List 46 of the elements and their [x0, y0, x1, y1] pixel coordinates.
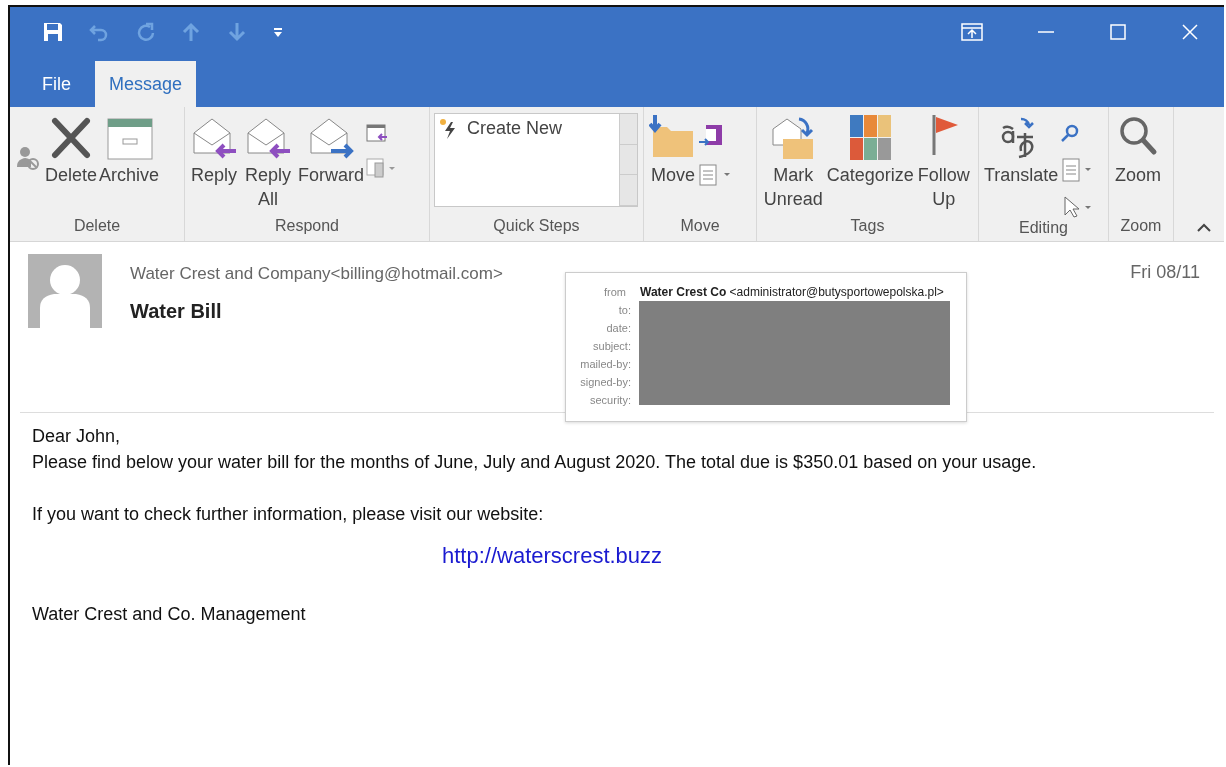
- group-label: Tags: [849, 217, 886, 236]
- group-label: Quick Steps: [492, 217, 581, 236]
- ribbon-button[interactable]: Follow Up: [913, 113, 974, 211]
- body-text: Please find below your water bill for the months of June, July and August 2020. The total due is $350.01 based on your usage.: [32, 451, 1038, 474]
- body-text: If you want to check further information, please visit our website:: [32, 503, 545, 526]
- field-label: date:: [605, 321, 631, 336]
- field-label: mailed-by:: [579, 357, 631, 372]
- ribbon-display-icon[interactable]: [960, 22, 984, 42]
- field-label: subject:: [592, 339, 631, 354]
- message-date: Fri 08/11: [1130, 262, 1200, 283]
- field-label: from: [603, 285, 626, 300]
- field-label: security:: [589, 393, 631, 408]
- ribbon-button[interactable]: Reply: [189, 113, 239, 187]
- meeting-icon[interactable]: [365, 123, 389, 145]
- from-value: Water Crest Co <administrator@butysportowepolska.pl>: [640, 285, 944, 299]
- up-arrow-icon[interactable]: [180, 21, 202, 43]
- field-label: to:: [617, 303, 631, 318]
- field-label: signed-by:: [579, 375, 631, 390]
- customize-icon[interactable]: [272, 26, 284, 38]
- body-text: Dear John,: [32, 425, 122, 448]
- ribbon-button[interactable]: Mark Unread: [761, 113, 826, 211]
- collapse-ribbon-icon[interactable]: [1196, 221, 1212, 233]
- sender: Water Crest and Company<billing@hotmail.com>: [130, 264, 503, 284]
- ribbon-button[interactable]: Forward: [297, 113, 365, 187]
- group-label: Editing: [1018, 219, 1069, 238]
- subject: Water Bill: [130, 300, 223, 323]
- ribbon-tab[interactable]: Message: [95, 61, 197, 107]
- ribbon-button[interactable]: Translate: [983, 113, 1060, 187]
- ribbon-tab[interactable]: File: [18, 61, 95, 107]
- ribbon-button[interactable]: Move: [648, 113, 698, 187]
- website-link[interactable]: http://waterscrest.buzz: [442, 543, 663, 568]
- group-label: Delete: [72, 217, 122, 236]
- body-text: Water Crest and Co. Management: [32, 603, 307, 626]
- document-icon[interactable]: [1059, 157, 1094, 183]
- group-label: Move: [679, 217, 721, 236]
- ribbon-button[interactable]: Zoom: [1113, 113, 1163, 187]
- group-label: Zoom: [1119, 217, 1163, 236]
- ribbon-button[interactable]: Categorize: [825, 113, 914, 187]
- close-icon[interactable]: [1180, 22, 1200, 42]
- down-arrow-icon[interactable]: [226, 21, 248, 43]
- ribbon-button[interactable]: Archive: [98, 113, 161, 187]
- ribbon-button[interactable]: Reply All: [239, 113, 297, 211]
- maximize-icon[interactable]: [1108, 22, 1128, 42]
- ribbon-button[interactable]: Delete: [44, 113, 99, 187]
- save-icon[interactable]: [42, 21, 64, 43]
- group-label: Respond: [273, 217, 340, 236]
